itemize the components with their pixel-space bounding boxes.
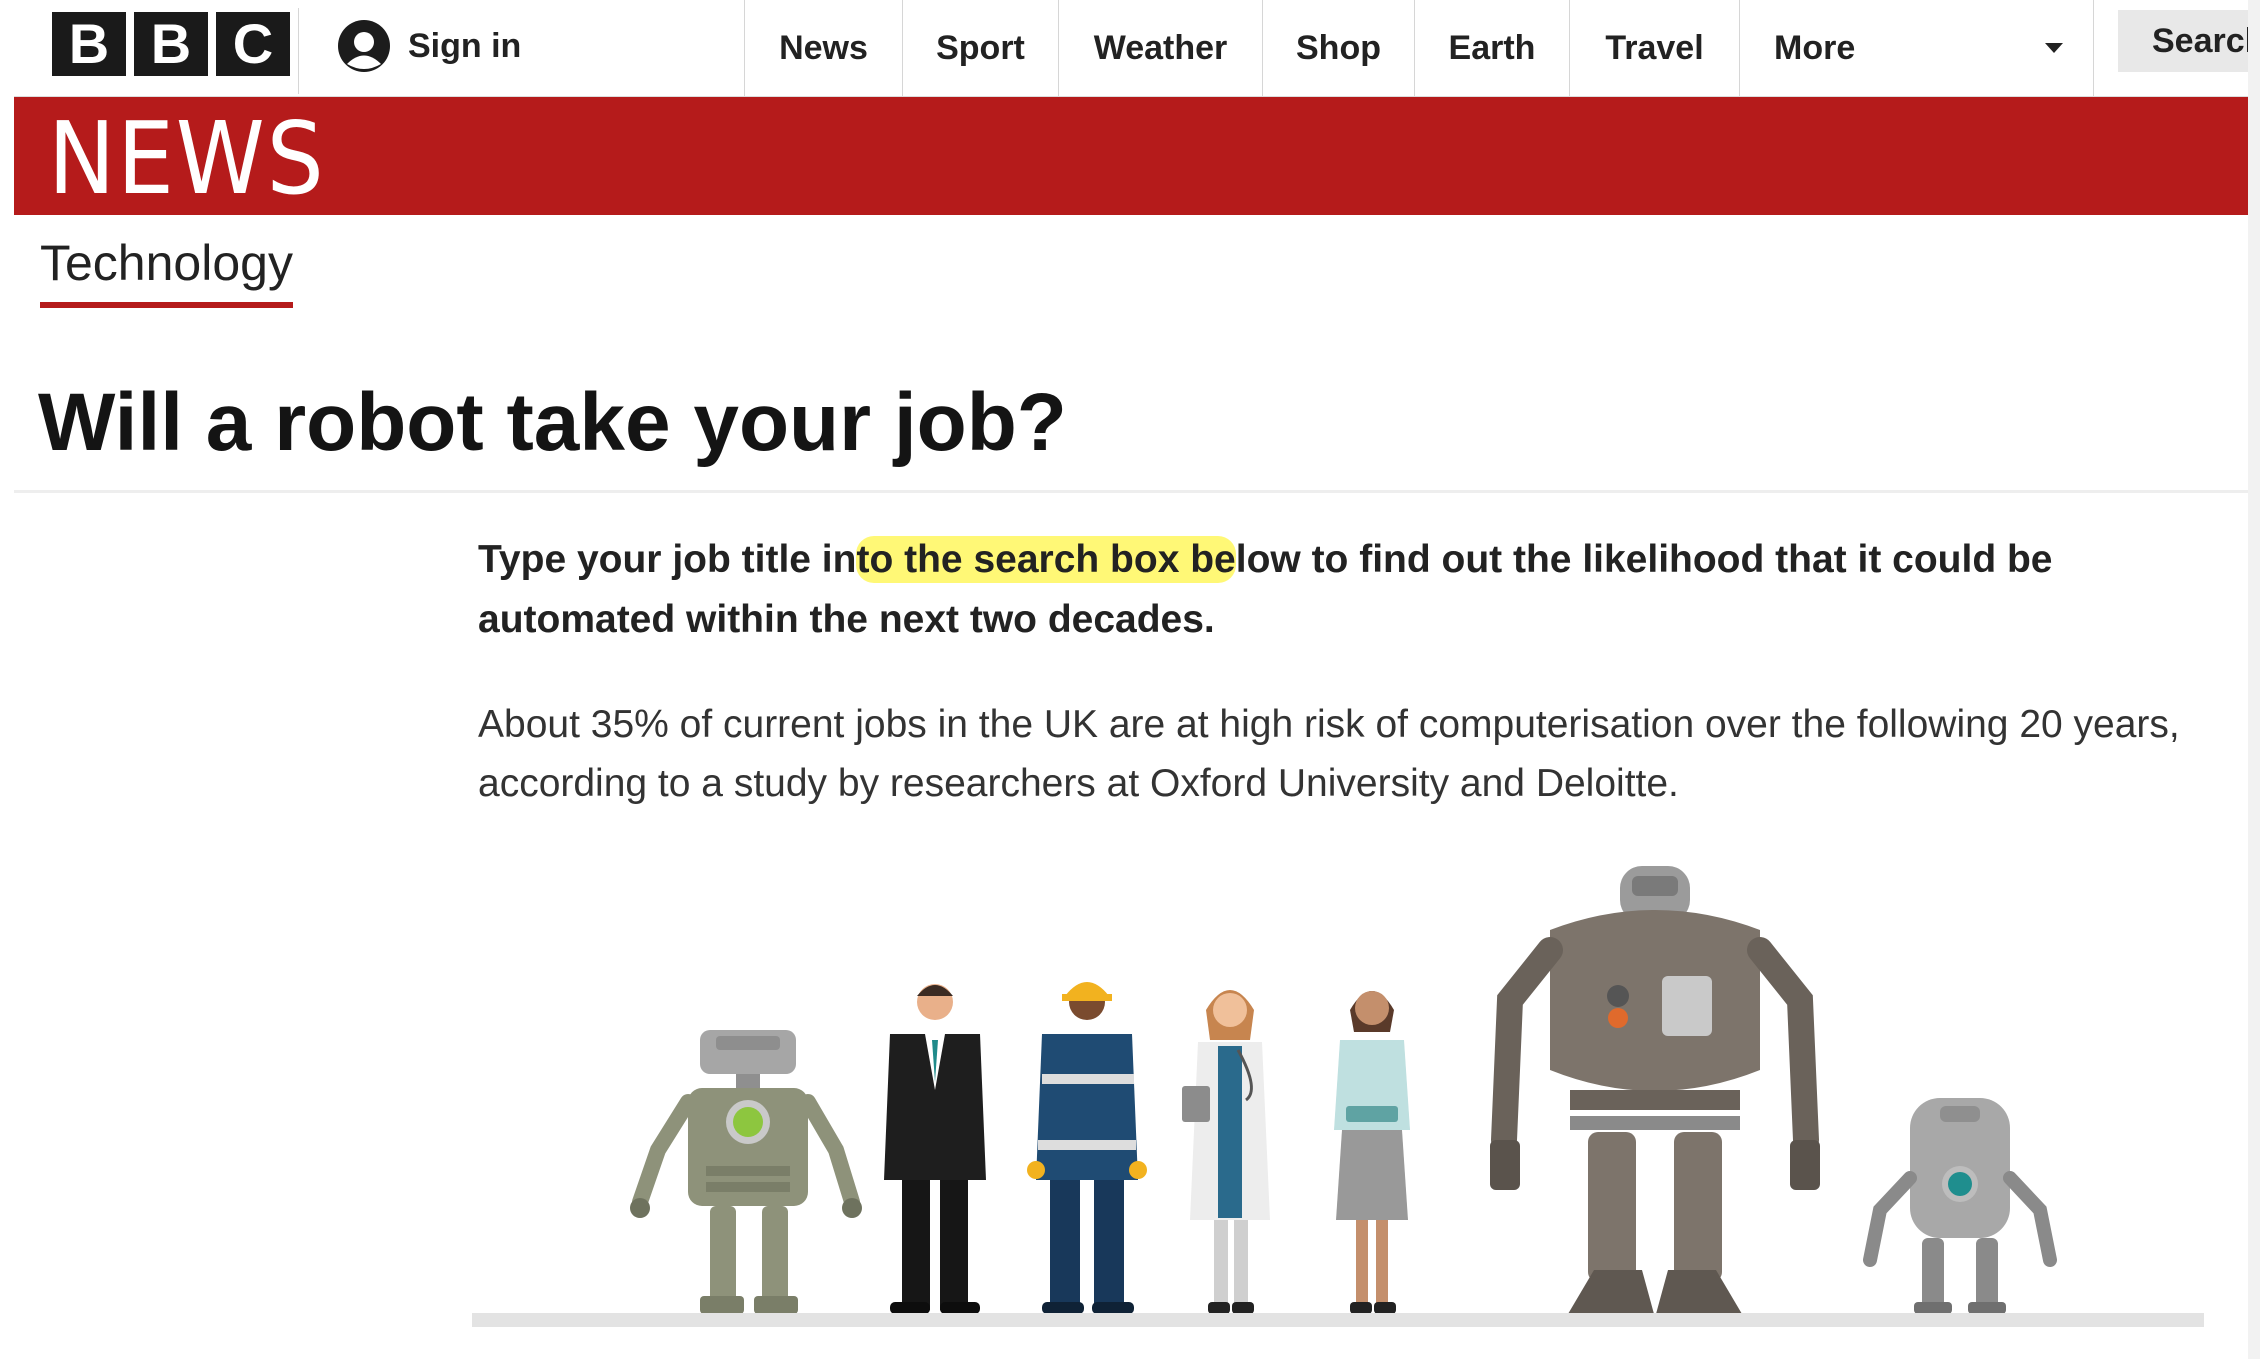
- nav-item-sport[interactable]: Sport: [902, 0, 1058, 96]
- nav-item-label: Earth: [1448, 28, 1536, 67]
- bbc-logo[interactable]: B B C: [52, 12, 290, 76]
- nav-item-label: Sport: [936, 28, 1025, 67]
- page-title: Will a robot take your job?: [38, 377, 1067, 468]
- nav-item-travel[interactable]: Travel: [1569, 0, 1739, 96]
- highlighted-text: to the search box be: [856, 536, 1236, 583]
- nav-divider: [298, 8, 299, 94]
- news-banner: NEWS: [14, 97, 2250, 215]
- divider: [14, 490, 2250, 493]
- nav-item-label: Weather: [1093, 28, 1228, 67]
- nav-item-label: News: [779, 28, 868, 67]
- nav-item-weather[interactable]: Weather: [1058, 0, 1262, 96]
- ground-line: [472, 1313, 2204, 1327]
- nav-item-shop[interactable]: Shop: [1262, 0, 1414, 96]
- window-edge: [2248, 0, 2260, 1359]
- bbc-logo-letter: C: [216, 12, 290, 76]
- sign-in-label: Sign in: [408, 26, 522, 65]
- nav-item-more[interactable]: More: [1739, 0, 2094, 96]
- search-input[interactable]: Search: [2118, 10, 2260, 72]
- sign-in-button[interactable]: Sign in: [338, 16, 521, 76]
- office-worker-icon: [1334, 991, 1410, 1314]
- section-label: Technology: [40, 235, 293, 291]
- nav-item-label: More: [1774, 28, 1856, 67]
- nav-item-earth[interactable]: Earth: [1414, 0, 1569, 96]
- bbc-logo-letter: B: [134, 12, 208, 76]
- robot-left-icon: [630, 1030, 862, 1314]
- businessman-icon: [884, 984, 986, 1314]
- construction-worker-icon: [1027, 982, 1147, 1314]
- small-robot-icon: [1863, 1098, 2057, 1314]
- doctor-icon: [1182, 990, 1270, 1314]
- nav-item-label: Travel: [1605, 28, 1704, 67]
- stat-paragraph: About 35% of current jobs in the UK are …: [478, 703, 2180, 805]
- main-nav: News Sport Weather Shop Earth Travel Mor…: [744, 0, 2094, 96]
- intro-paragraph: Type your job title into the search box …: [478, 530, 2178, 650]
- large-robot-icon: [1490, 866, 1820, 1314]
- bbc-logo-letter: B: [52, 12, 126, 76]
- intro-text: Type your job title in: [478, 538, 857, 581]
- search-label: Search: [2152, 21, 2260, 60]
- section-underline: [40, 302, 293, 308]
- chevron-down-icon: [2045, 43, 2063, 53]
- news-logo[interactable]: NEWS: [48, 109, 326, 209]
- nav-item-news[interactable]: News: [744, 0, 902, 96]
- robots-and-workers-illustration: [630, 866, 2057, 1314]
- section-tab-technology[interactable]: Technology: [40, 238, 293, 308]
- nav-item-label: Shop: [1296, 28, 1381, 67]
- top-navigation-bar: B B C Sign in News Sport Weather Shop Ea…: [14, 0, 2260, 97]
- user-icon: [338, 20, 390, 72]
